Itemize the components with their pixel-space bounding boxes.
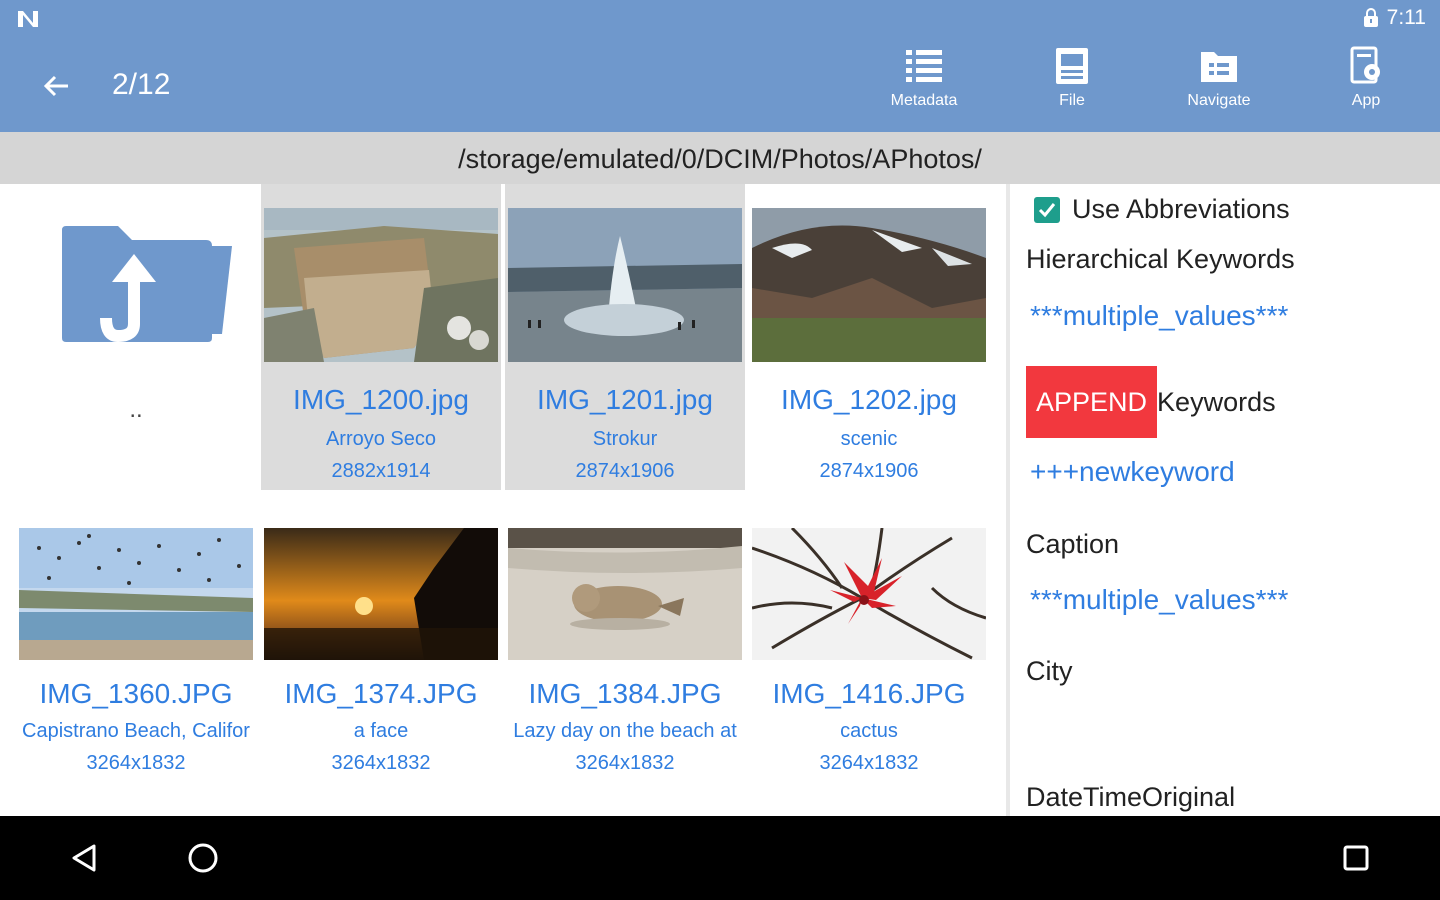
photo-filename: IMG_1416.JPG: [772, 678, 966, 709]
app-settings-icon: [1350, 46, 1380, 84]
cactus-flower-image: [752, 528, 986, 660]
photo-description: cactus: [840, 720, 898, 742]
nav-home-button[interactable]: [183, 838, 223, 878]
photo-item-img-1360[interactable]: IMG_1360.JPG Capistrano Beach, Califor 3…: [16, 506, 256, 806]
append-mode-button[interactable]: APPEND: [1026, 366, 1158, 438]
photo-item-img-1202[interactable]: IMG_1202.jpg scenic 2874x1906: [749, 184, 989, 490]
notification-n-icon: [18, 11, 38, 27]
photo-filename: IMG_1200.jpg: [293, 384, 469, 415]
photo-filename: IMG_1360.JPG: [39, 678, 233, 709]
datetime-original-label: DateTimeOriginal: [1026, 782, 1236, 812]
square-recents-icon: [1343, 845, 1369, 871]
parent-folder-item[interactable]: ..: [16, 184, 256, 490]
navigate-button[interactable]: Navigate: [1159, 44, 1279, 128]
caption-label: Caption: [1026, 529, 1120, 559]
lock-icon: [1363, 8, 1378, 27]
scenic-image: [752, 208, 986, 362]
city-label: City: [1026, 656, 1073, 686]
system-nav-bar: [0, 816, 1440, 900]
photo-description: a face: [353, 720, 409, 742]
photo-thumbnail: [752, 528, 986, 660]
photo-dimensions: 3264x1832: [819, 752, 919, 774]
app-label: App: [1351, 92, 1381, 109]
clock: 7:11: [1386, 6, 1426, 29]
folder-navigate-icon: [1201, 52, 1237, 82]
photo-item-img-1201[interactable]: IMG_1201.jpg Strokur 2874x1906: [505, 184, 745, 490]
photo-counter: 2/12: [112, 68, 171, 101]
arrow-back-icon: [43, 75, 68, 97]
photo-thumbnail: [508, 528, 742, 660]
photo-thumbnail: [508, 208, 742, 362]
back-button[interactable]: [36, 66, 76, 106]
nav-back-button[interactable]: [64, 838, 104, 878]
keywords-value[interactable]: +++newkeyword: [1030, 456, 1235, 488]
folder-up-icon: [62, 226, 232, 343]
metadata-label: Metadata: [890, 92, 958, 109]
app-bar: 2/12 Metadata File Navigate App: [0, 38, 1440, 132]
photo-description: Strokur: [592, 428, 658, 450]
photo-item-img-1384[interactable]: IMG_1384.JPG Lazy day on the beach at 32…: [505, 506, 745, 806]
circle-home-icon: [188, 843, 218, 873]
photo-thumbnail: [264, 528, 498, 660]
hierarchical-keywords-label: Hierarchical Keywords: [1026, 244, 1295, 274]
photo-filename: IMG_1201.jpg: [537, 384, 713, 415]
photo-description: scenic: [840, 428, 898, 450]
current-path: /storage/emulated/0/DCIM/Photos/APhotos/: [0, 132, 1440, 184]
metadata-panel: Use Abbreviations Hierarchical Keywords …: [1010, 184, 1440, 816]
status-bar: 7:11: [0, 0, 1440, 38]
photo-item-img-1200[interactable]: IMG_1200.jpg Arroyo Seco 2882x1914: [261, 184, 501, 490]
navigate-label: Navigate: [1187, 92, 1251, 109]
strokur-image: [508, 208, 742, 362]
photo-item-img-1374[interactable]: IMG_1374.JPG a face 3264x1832: [261, 506, 501, 806]
photo-dimensions: 3264x1832: [86, 752, 186, 774]
parent-folder-label: ..: [129, 396, 143, 423]
photo-filename: IMG_1202.jpg: [781, 384, 957, 415]
photo-description: Capistrano Beach, Califor: [22, 720, 250, 742]
keywords-row: APPEND Keywords: [1026, 366, 1276, 438]
triangle-back-icon: [72, 844, 96, 872]
use-abbreviations-label: Use Abbreviations: [1072, 194, 1290, 224]
checkbox-checked-icon: [1034, 196, 1060, 223]
photo-dimensions: 3264x1832: [575, 752, 675, 774]
keywords-label: Keywords: [1157, 386, 1276, 417]
photo-thumbnail: [752, 208, 986, 362]
photo-dimensions: 2874x1906: [819, 460, 919, 482]
metadata-button[interactable]: Metadata: [864, 44, 984, 128]
photo-description: Arroyo Seco: [325, 428, 437, 450]
app-button[interactable]: App: [1306, 44, 1426, 128]
nav-recents-button[interactable]: [1336, 838, 1376, 878]
file-button[interactable]: File: [1012, 44, 1132, 128]
caption-value[interactable]: ***multiple_values***: [1030, 584, 1288, 616]
photo-grid: .. IMG_1200.jpg Arroyo Seco 2882x1914 IM…: [0, 184, 1006, 816]
hierarchical-keywords-value[interactable]: ***multiple_values***: [1030, 300, 1288, 332]
file-label: File: [1059, 92, 1085, 109]
photo-dimensions: 2882x1914: [331, 460, 431, 482]
photo-dimensions: 3264x1832: [331, 752, 431, 774]
photo-filename: IMG_1384.JPG: [528, 678, 722, 709]
photo-description: Lazy day on the beach at: [513, 720, 737, 742]
photo-thumbnail: [264, 208, 498, 362]
photo-dimensions: 2874x1906: [575, 460, 675, 482]
seal-beach-image: [508, 528, 742, 660]
use-abbreviations-checkbox[interactable]: Use Abbreviations: [1034, 194, 1290, 225]
a-face-image: [264, 528, 498, 660]
arroyo-seco-image: [264, 208, 498, 362]
file-icon: [1056, 48, 1088, 84]
capistrano-beach-image: [19, 528, 253, 660]
list-icon: [906, 50, 942, 82]
photo-thumbnail: [19, 528, 253, 660]
photo-filename: IMG_1374.JPG: [284, 678, 478, 709]
photo-item-img-1416[interactable]: IMG_1416.JPG cactus 3264x1832: [749, 506, 989, 806]
